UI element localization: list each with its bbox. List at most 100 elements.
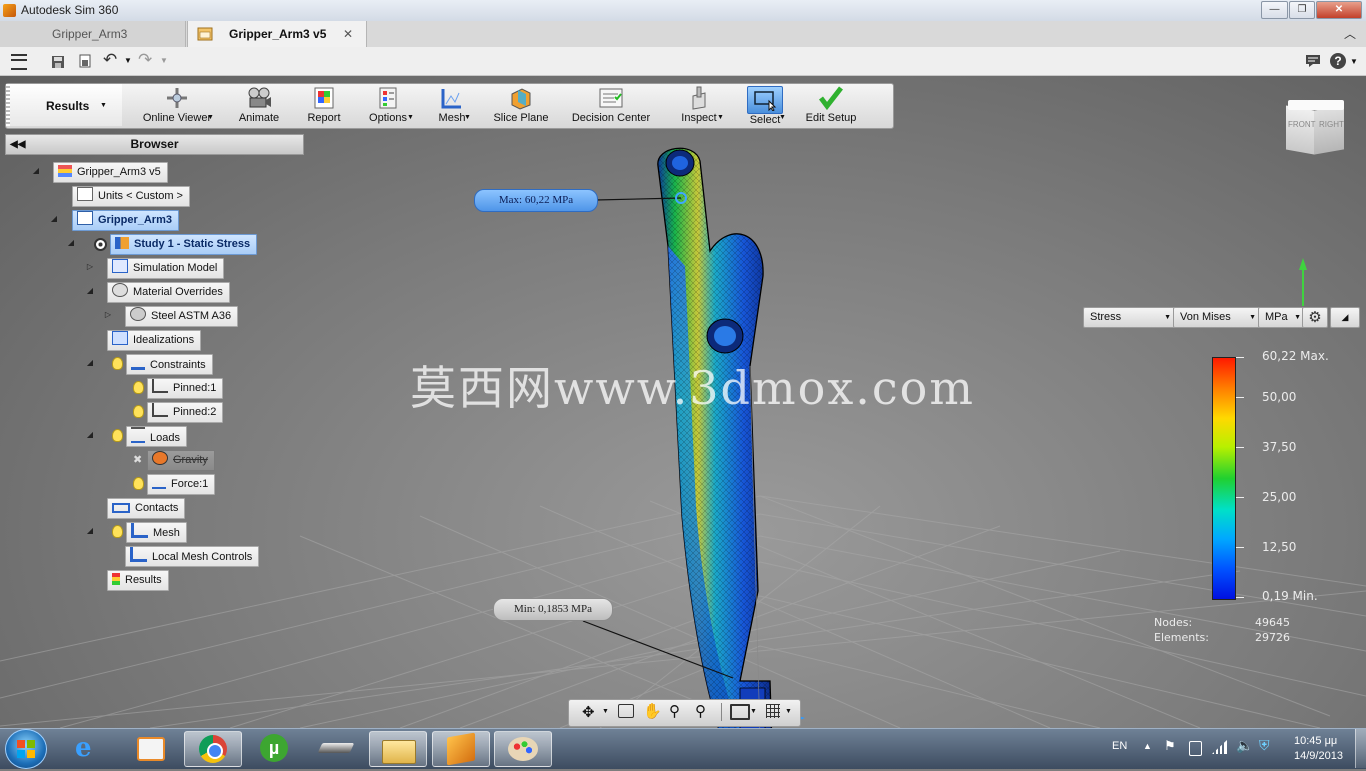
tree-node-steel[interactable]: Steel ASTM A36 — [125, 306, 239, 327]
tree-node-pinned-2[interactable]: Pinned:2 — [147, 402, 224, 423]
expander-icon[interactable]: ◢ — [85, 430, 95, 440]
expander-icon[interactable]: ◢ — [49, 214, 59, 224]
tree-node-constraints[interactable]: Constraints — [126, 354, 213, 375]
save-as-icon[interactable] — [78, 54, 93, 69]
online-viewer-dropdown-icon[interactable]: ▼ — [207, 114, 214, 121]
edit-setup-button[interactable]: Edit Setup — [802, 84, 860, 126]
display-dropdown-icon[interactable]: ▼ — [750, 708, 757, 715]
collapse-ribbon-icon[interactable]: ︿ — [1344, 25, 1356, 42]
tree-node-local-mesh-controls[interactable]: Local Mesh Controls — [125, 546, 260, 567]
visibility-bulb-icon[interactable] — [112, 429, 123, 442]
taskbar-sim360[interactable] — [432, 731, 490, 767]
results-workspace-dropdown[interactable]: Results ▼ — [10, 84, 122, 126]
min-probe-label[interactable]: Min: 0,1853 MPa — [493, 598, 613, 621]
expander-icon[interactable]: ◢ — [66, 238, 76, 248]
volume-icon[interactable]: 🔈 — [1236, 737, 1253, 754]
tab-gripper-arm3-v5[interactable]: Gripper_Arm3 v5 ✕ — [187, 21, 367, 47]
clock-time[interactable]: 10:45 μμ — [1294, 735, 1337, 747]
show-desktop-button[interactable] — [1355, 729, 1366, 768]
view-cube[interactable]: FRONT RIGHT — [1284, 100, 1348, 156]
slice-plane-button[interactable]: Slice Plane — [490, 84, 552, 126]
expander-icon[interactable]: ◢ — [85, 358, 95, 368]
restore-button[interactable]: ❐ — [1289, 1, 1315, 19]
orbit-dropdown-icon[interactable]: ▼ — [602, 708, 609, 715]
language-indicator[interactable]: EN — [1112, 740, 1127, 752]
usb-device-icon[interactable] — [1189, 741, 1202, 756]
expander-icon[interactable]: ◢ — [85, 526, 95, 536]
pan-hand-icon[interactable]: ✋ — [643, 702, 662, 720]
visibility-bulb-icon[interactable] — [112, 525, 123, 538]
taskbar-paint[interactable] — [494, 731, 552, 767]
close-tab-icon[interactable]: ✕ — [343, 21, 353, 47]
select-dropdown-icon[interactable]: ▼ — [779, 114, 786, 121]
visibility-bulb-icon[interactable] — [133, 381, 144, 394]
undo-dropdown-icon[interactable]: ▼ — [124, 56, 132, 65]
visibility-bulb-icon[interactable] — [112, 357, 123, 370]
tree-node-simulation-model[interactable]: Simulation Model — [107, 258, 225, 279]
close-button[interactable]: ✕ — [1316, 1, 1362, 19]
tree-node-mesh[interactable]: Mesh — [126, 522, 187, 543]
tree-node-design[interactable]: Gripper_Arm3 v5 — [53, 162, 168, 183]
report-button[interactable]: Report — [302, 84, 346, 126]
taskbar-chrome[interactable] — [184, 731, 242, 767]
tree-node-results[interactable]: Results — [107, 570, 169, 591]
mesh-dropdown-icon[interactable]: ▼ — [464, 114, 471, 121]
expander-icon[interactable]: ▷ — [85, 262, 95, 272]
tree-node-study[interactable]: Study 1 - Static Stress — [110, 234, 258, 255]
legend-collapse-button[interactable]: ◢ — [1330, 307, 1360, 328]
tree-node-force-1[interactable]: Force:1 — [147, 474, 216, 495]
tree-node-gravity[interactable]: Gravity — [147, 450, 215, 471]
comments-icon[interactable] — [1305, 54, 1321, 68]
max-probe-label[interactable]: Max: 60,22 MPa — [474, 189, 598, 212]
look-at-icon[interactable] — [618, 704, 634, 718]
redo-icon[interactable]: ↷ — [138, 50, 152, 70]
redo-dropdown-icon[interactable]: ▼ — [160, 56, 168, 65]
minimize-button[interactable]: — — [1261, 1, 1288, 19]
tree-node-idealizations[interactable]: Idealizations — [107, 330, 202, 351]
grid-icon[interactable] — [766, 704, 780, 718]
expander-icon[interactable]: ▷ — [103, 310, 113, 320]
component-dropdown[interactable]: Von Mises ▼ — [1173, 307, 1262, 328]
tree-node-component[interactable]: Gripper_Arm3 — [72, 210, 179, 231]
tree-node-pinned-1[interactable]: Pinned:1 — [147, 378, 224, 399]
save-icon[interactable] — [51, 55, 65, 69]
online-viewer-button[interactable]: Online Viewer — [136, 84, 218, 126]
taskbar-explorer[interactable] — [369, 731, 427, 767]
animate-button[interactable]: Animate — [234, 84, 284, 126]
legend-settings-button[interactable]: ⚙ — [1302, 307, 1328, 328]
action-center-flag-icon[interactable]: ⚑ — [1164, 738, 1176, 754]
undo-icon[interactable]: ↶ — [103, 50, 117, 70]
tree-node-loads[interactable]: Loads — [126, 426, 187, 447]
tree-node-units[interactable]: Units < Custom > — [72, 186, 190, 207]
taskbar-media-player[interactable] — [122, 731, 178, 765]
taskbar-internet-explorer[interactable]: e — [61, 731, 117, 765]
collapse-browser-icon[interactable]: ◀◀ — [10, 135, 25, 154]
visibility-bulb-icon[interactable] — [133, 405, 144, 418]
active-study-radio-icon[interactable] — [94, 238, 107, 251]
tab-gripper-arm3[interactable]: Gripper_Arm3 — [0, 21, 186, 47]
help-icon[interactable]: ? — [1330, 53, 1346, 69]
decision-center-button[interactable]: Decision Center — [570, 84, 652, 126]
options-dropdown-icon[interactable]: ▼ — [407, 114, 414, 121]
tree-node-material-overrides[interactable]: Material Overrides — [107, 282, 230, 303]
show-hidden-icons[interactable]: ▲ — [1143, 741, 1152, 751]
start-button[interactable] — [5, 729, 47, 769]
orbit-icon[interactable]: ✥ — [582, 703, 595, 721]
result-type-dropdown[interactable]: Stress ▼ — [1083, 307, 1177, 328]
taskbar-scanner[interactable] — [308, 731, 364, 765]
grid-dropdown-icon[interactable]: ▼ — [785, 708, 792, 715]
expander-icon[interactable]: ◢ — [85, 286, 95, 296]
taskbar-utorrent[interactable]: µ — [246, 731, 302, 765]
zoom-icon[interactable]: ⚲ — [669, 702, 680, 720]
hamburger-menu-icon[interactable] — [11, 54, 27, 70]
security-icon[interactable]: ⛨ — [1259, 737, 1270, 754]
unit-dropdown[interactable]: MPa ▼ — [1258, 307, 1306, 328]
zoom-window-icon[interactable]: ⚲ — [695, 702, 706, 720]
tree-node-contacts[interactable]: Contacts — [107, 498, 186, 519]
suppressed-x-icon[interactable]: ✖ — [133, 453, 142, 466]
clock-date[interactable]: 14/9/2013 — [1294, 750, 1343, 762]
help-dropdown-icon[interactable]: ▼ — [1350, 57, 1358, 66]
expander-icon[interactable]: ◢ — [31, 166, 41, 176]
display-settings-icon[interactable] — [730, 704, 750, 720]
browser-header[interactable]: ◀◀ Browser — [5, 134, 304, 155]
